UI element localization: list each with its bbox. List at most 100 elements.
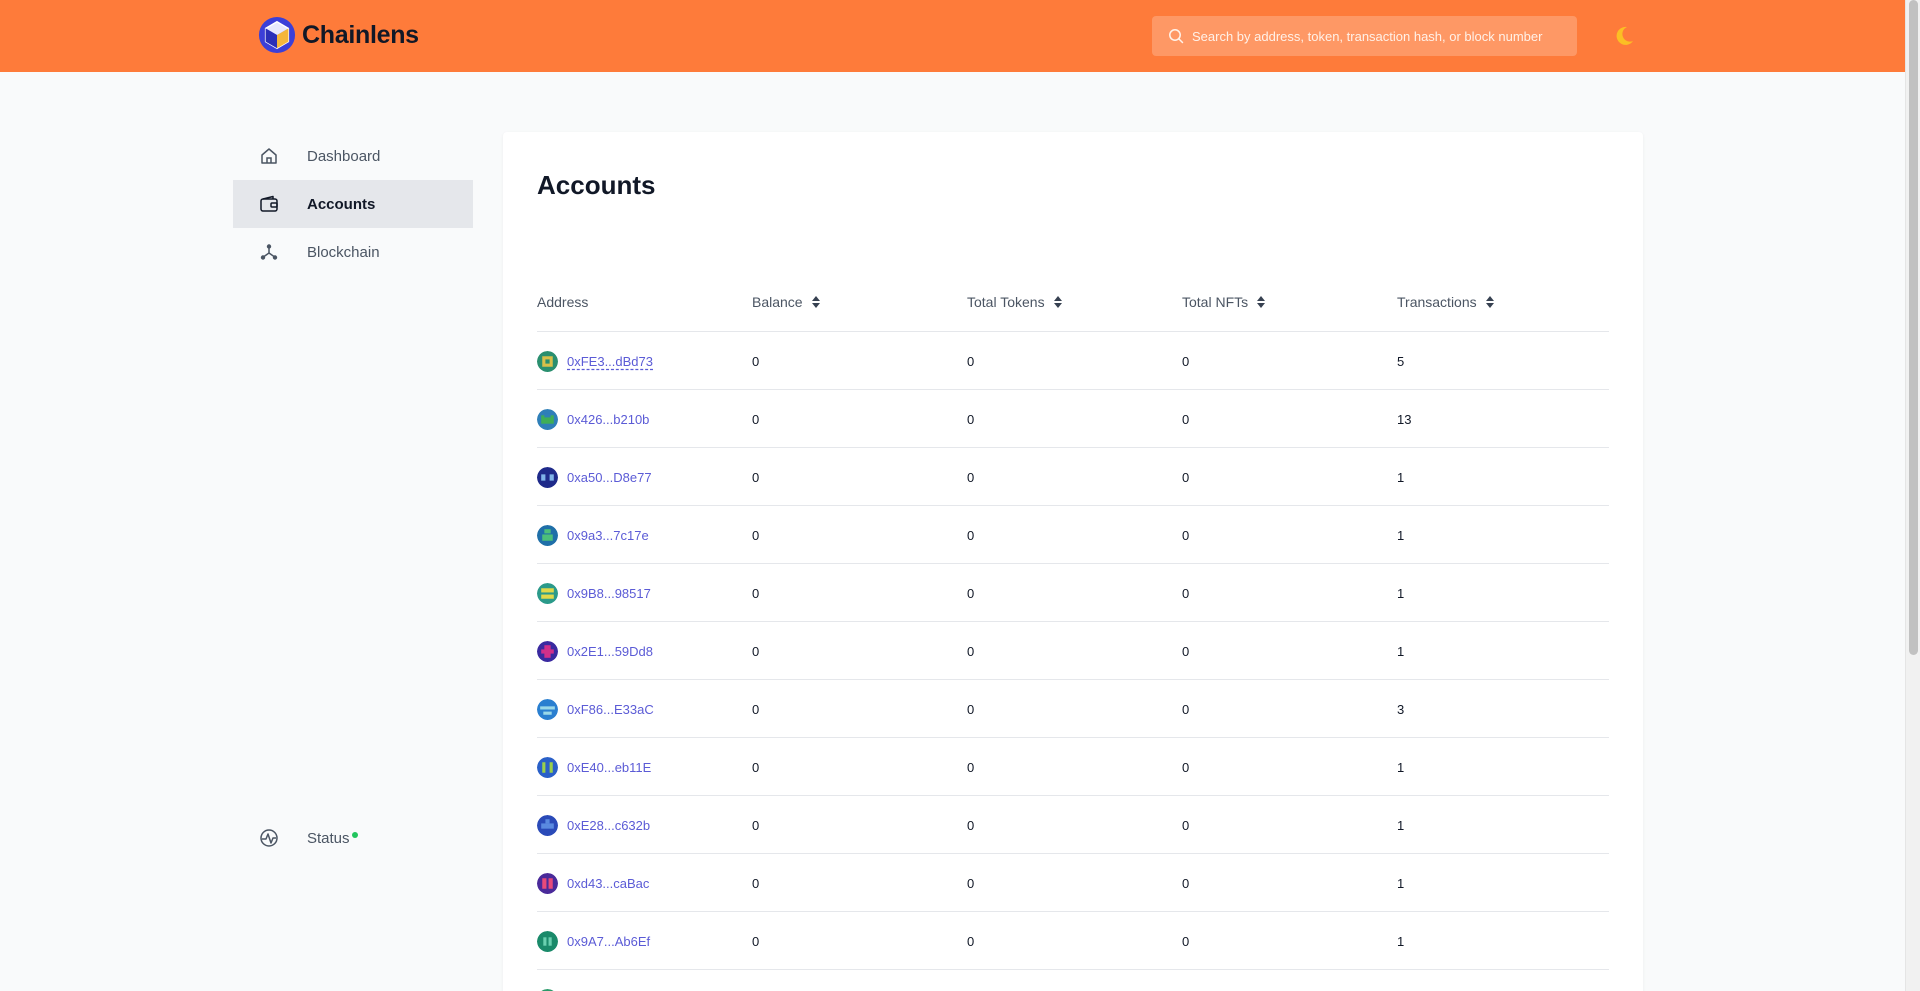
column-label: Balance [752, 294, 803, 310]
sidebar-item-dashboard[interactable]: Dashboard [233, 132, 473, 180]
chainlens-logo-icon [258, 16, 296, 54]
table-row: 0xa50...D8e77 0 0 0 1 [537, 448, 1609, 506]
account-address-link[interactable]: 0xE28...c632b [567, 818, 650, 833]
table-row: 0x9a3...7c17e 0 0 0 1 [537, 506, 1609, 564]
sort-icon[interactable] [1053, 295, 1063, 309]
sidebar-item-status[interactable]: Status [233, 814, 473, 862]
sidebar-item-label: Blockchain [307, 243, 380, 261]
account-address-link[interactable]: 0x2E1...59Dd8 [567, 644, 653, 659]
address-cell: 0x9A7...Ab6Ef [537, 912, 650, 970]
total-tokens-cell: 0 [967, 411, 975, 427]
transactions-cell: 1 [1397, 759, 1405, 775]
transactions-cell: 1 [1397, 643, 1405, 659]
total-tokens-cell: 0 [967, 701, 975, 717]
account-avatar-icon [537, 698, 558, 720]
address-cell: 0xd43...caBac [537, 854, 649, 912]
balance-cell: 0 [752, 353, 760, 369]
table-row: 0xFE3...dBd73 0 0 0 5 [537, 332, 1609, 390]
account-avatar-icon [537, 872, 558, 894]
balance-cell: 0 [752, 933, 760, 949]
total-tokens-cell: 0 [967, 817, 975, 833]
account-avatar-icon [537, 756, 558, 778]
brand-name: Chainlens [302, 20, 419, 49]
column-header-address: Address [537, 292, 588, 312]
total-nfts-cell: 0 [1182, 701, 1190, 717]
account-address-link[interactable]: 0xFE3...dBd73 [567, 354, 653, 369]
column-label: Total NFTs [1182, 294, 1249, 310]
column-label: Total Tokens [967, 294, 1045, 310]
total-nfts-cell: 0 [1182, 353, 1190, 369]
address-cell: 0xF86...E33aC [537, 680, 654, 738]
transactions-cell: 1 [1397, 585, 1405, 601]
column-header-total-tokens[interactable]: Total Tokens [967, 292, 1063, 312]
brand[interactable]: Chainlens [258, 16, 419, 54]
account-address-link[interactable]: 0x9A7...Ab6Ef [567, 934, 650, 949]
account-address-link[interactable]: 0xd43...caBac [567, 876, 649, 891]
network-icon [260, 244, 278, 260]
account-address-link[interactable]: 0xa50...D8e77 [567, 470, 652, 485]
total-tokens-cell: 0 [967, 933, 975, 949]
total-tokens-cell: 0 [967, 759, 975, 775]
transactions-cell: 1 [1397, 933, 1405, 949]
total-tokens-cell: 0 [967, 469, 975, 485]
status-indicator [352, 832, 358, 838]
account-avatar-icon [537, 640, 558, 662]
table-row: 0xF86...E33aC 0 0 0 3 [537, 680, 1609, 738]
total-nfts-cell: 0 [1182, 643, 1190, 659]
total-nfts-cell: 0 [1182, 411, 1190, 427]
search-icon [1169, 29, 1184, 44]
wallet-icon [260, 195, 278, 212]
table-row: 0x9A7...Ab6Ef 0 0 0 1 [537, 912, 1609, 970]
balance-cell: 0 [752, 817, 760, 833]
sidebar-item-accounts[interactable]: Accounts [233, 180, 473, 228]
account-address-link[interactable]: 0x9B8...98517 [567, 586, 651, 601]
accounts-card: Accounts Address Balance Total Tokens To… [503, 132, 1643, 991]
activity-icon [260, 829, 278, 847]
sidebar-item-blockchain[interactable]: Blockchain [233, 228, 473, 276]
table-header: Address Balance Total Tokens Total NFTs … [537, 292, 1609, 332]
scrollbar-thumb[interactable] [1909, 0, 1918, 655]
table-row: 0x2E1...59Dd8 0 0 0 1 [537, 622, 1609, 680]
account-address-link[interactable]: 0xF86...E33aC [567, 702, 654, 717]
total-tokens-cell: 0 [967, 875, 975, 891]
sort-icon[interactable] [811, 295, 821, 309]
home-icon [261, 148, 277, 164]
sidebar-item-label: Accounts [307, 195, 376, 213]
column-label: Address [537, 294, 589, 310]
sort-icon[interactable] [1256, 295, 1266, 309]
balance-cell: 0 [752, 527, 760, 543]
address-cell [537, 970, 567, 991]
moon-icon[interactable] [1612, 24, 1636, 48]
accounts-table-body: 0xFE3...dBd73 0 0 0 5 0x426...b210b 0 0 … [537, 332, 1609, 991]
address-cell: 0xa50...D8e77 [537, 448, 652, 506]
total-tokens-cell: 0 [967, 353, 975, 369]
page-scrollbar[interactable] [1905, 0, 1920, 991]
transactions-cell: 13 [1397, 411, 1412, 427]
total-nfts-cell: 0 [1182, 585, 1190, 601]
address-cell: 0x426...b210b [537, 390, 649, 448]
transactions-cell: 3 [1397, 701, 1405, 717]
account-address-link[interactable]: 0xE40...eb11E [567, 760, 651, 775]
total-nfts-cell: 0 [1182, 933, 1190, 949]
table-row: 0xE28...c632b 0 0 0 1 [537, 796, 1609, 854]
sidebar-item-label: Dashboard [307, 147, 381, 165]
page-title: Accounts [537, 170, 656, 200]
table-row: 0x426...b210b 0 0 0 13 [537, 390, 1609, 448]
address-cell: 0x9a3...7c17e [537, 506, 649, 564]
transactions-cell: 1 [1397, 817, 1405, 833]
column-header-balance[interactable]: Balance [752, 292, 821, 312]
column-header-total-nfts[interactable]: Total NFTs [1182, 292, 1266, 312]
search-input[interactable] [1192, 28, 1562, 44]
total-nfts-cell: 0 [1182, 875, 1190, 891]
balance-cell: 0 [752, 585, 760, 601]
account-address-link[interactable]: 0x9a3...7c17e [567, 528, 649, 543]
sort-icon[interactable] [1485, 295, 1495, 309]
account-address-link[interactable]: 0x426...b210b [567, 412, 649, 427]
balance-cell: 0 [752, 643, 760, 659]
total-tokens-cell: 0 [967, 527, 975, 543]
total-tokens-cell: 0 [967, 643, 975, 659]
account-avatar-icon [537, 814, 558, 836]
column-header-transactions[interactable]: Transactions [1397, 292, 1495, 312]
balance-cell: 0 [752, 875, 760, 891]
transactions-cell: 1 [1397, 875, 1405, 891]
